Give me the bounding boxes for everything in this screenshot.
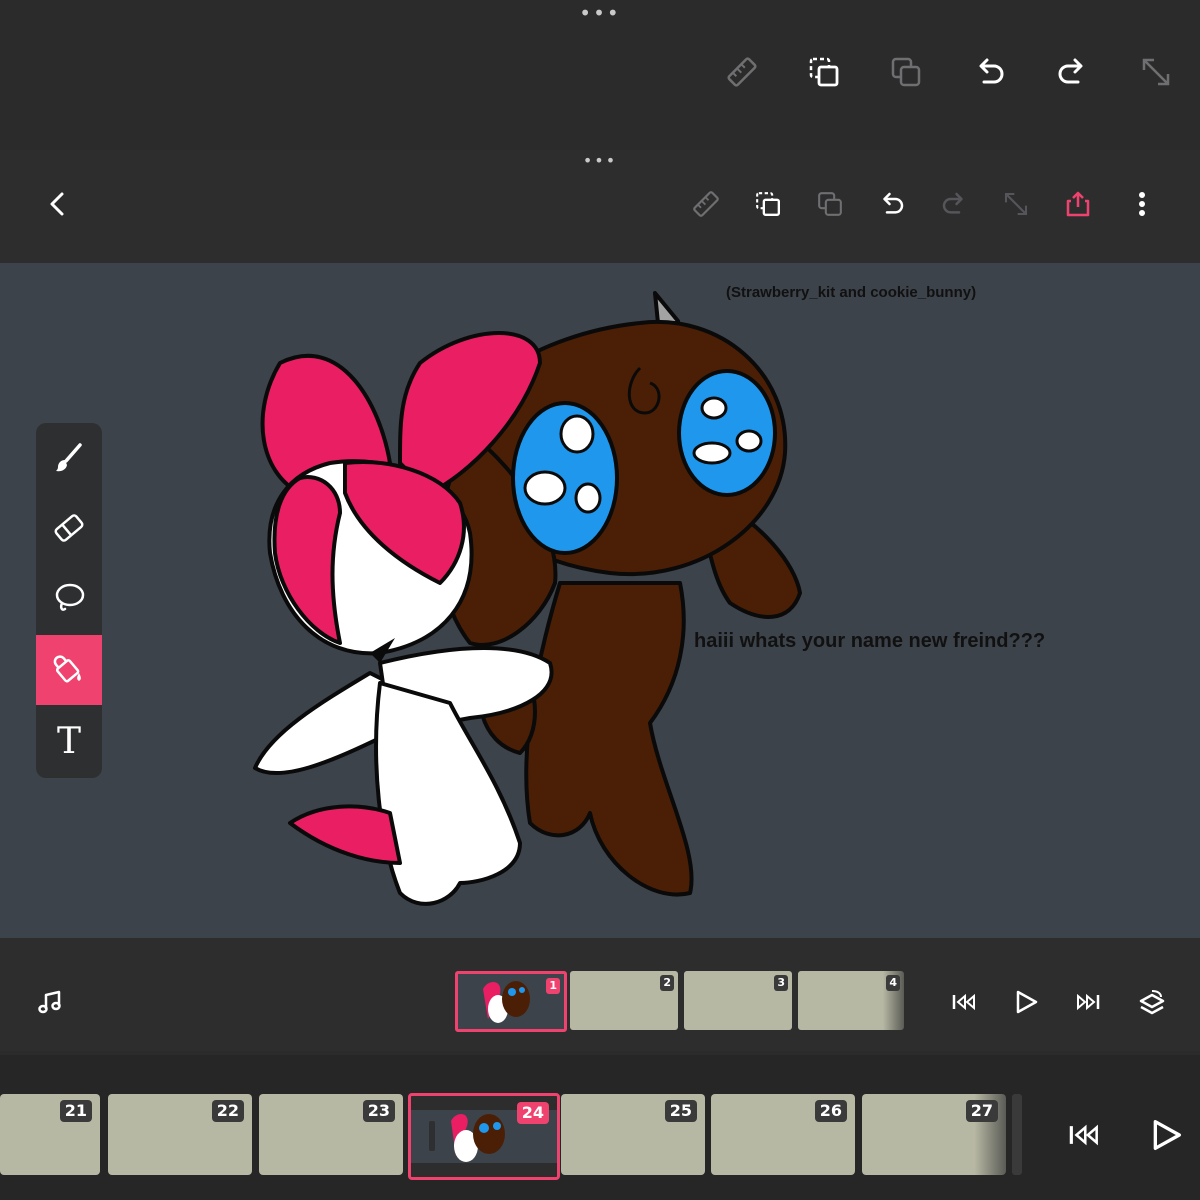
frame-thumb-27[interactable]: 27 bbox=[862, 1094, 1006, 1175]
ruler-icon[interactable] bbox=[722, 52, 762, 92]
inner-toolbar: ••• bbox=[0, 150, 1200, 263]
frame-thumb-1[interactable]: 1 bbox=[455, 971, 567, 1032]
eraser-tool[interactable] bbox=[36, 493, 102, 563]
frame-thumb-25[interactable]: 25 bbox=[561, 1094, 705, 1175]
frame-number: 21 bbox=[59, 1100, 92, 1122]
jump-to-start-icon[interactable] bbox=[1064, 1115, 1104, 1155]
expand-icon[interactable] bbox=[1136, 52, 1176, 92]
frame-number: 23 bbox=[362, 1100, 395, 1122]
share-icon[interactable] bbox=[1058, 184, 1098, 224]
fill-tool[interactable] bbox=[36, 635, 102, 705]
text-tool[interactable]: T bbox=[36, 706, 102, 776]
drag-handle[interactable]: ••• bbox=[570, 153, 630, 169]
frame-timeline: 1 2 3 4 bbox=[0, 938, 1200, 1051]
text-icon: T bbox=[56, 720, 81, 762]
expand-icon[interactable] bbox=[996, 184, 1036, 224]
play-icon[interactable] bbox=[1006, 982, 1046, 1022]
frame-thumb-3[interactable]: 3 bbox=[684, 971, 792, 1030]
frame-thumb-26[interactable]: 26 bbox=[711, 1094, 855, 1175]
frame-number: 24 bbox=[516, 1102, 549, 1124]
onion-skin-icon[interactable] bbox=[1132, 982, 1172, 1022]
drawing-canvas[interactable]: (Strawberry_kit and cookie_bunny) haiii … bbox=[0, 263, 1200, 938]
frame-thumb-23[interactable]: 23 bbox=[259, 1094, 403, 1175]
frame-number: 2 bbox=[660, 975, 674, 991]
more-icon[interactable] bbox=[1122, 184, 1162, 224]
caption-speech: haiii whats your name new freind??? bbox=[694, 630, 1046, 652]
fill-bucket-icon bbox=[53, 655, 81, 683]
duplicate-frame-icon[interactable] bbox=[748, 184, 788, 224]
frame-thumb-21[interactable]: 21 bbox=[0, 1094, 100, 1175]
brush-tool[interactable] bbox=[36, 423, 102, 493]
play-icon[interactable] bbox=[1146, 1115, 1186, 1155]
jump-to-start-icon[interactable] bbox=[944, 982, 984, 1022]
outer-toolbar: ••• bbox=[0, 0, 1200, 150]
frame-number: 22 bbox=[211, 1100, 244, 1122]
ruler-icon[interactable] bbox=[686, 184, 726, 224]
drag-handle[interactable]: ••• bbox=[570, 3, 630, 23]
frame-number: 1 bbox=[546, 978, 560, 994]
frame-number: 3 bbox=[774, 975, 788, 991]
frame-number: 4 bbox=[886, 975, 900, 991]
lasso-tool[interactable] bbox=[36, 563, 102, 633]
copy-icon[interactable] bbox=[886, 52, 926, 92]
undo-icon[interactable] bbox=[970, 52, 1010, 92]
redo-icon[interactable] bbox=[934, 184, 974, 224]
tool-palette: T bbox=[36, 423, 102, 778]
eraser-icon bbox=[54, 514, 84, 542]
lasso-icon bbox=[55, 583, 85, 611]
frame-number: 27 bbox=[965, 1100, 998, 1122]
frame-number: 25 bbox=[664, 1100, 697, 1122]
frame-thumb-2[interactable]: 2 bbox=[570, 971, 678, 1030]
brush-icon bbox=[56, 443, 82, 472]
redo-icon[interactable] bbox=[1052, 52, 1092, 92]
drawing-artwork bbox=[253, 291, 802, 906]
copy-icon[interactable] bbox=[810, 184, 850, 224]
jump-to-end-icon[interactable] bbox=[1068, 982, 1108, 1022]
frame-number: 26 bbox=[814, 1100, 847, 1122]
duplicate-frame-icon[interactable] bbox=[804, 52, 844, 92]
undo-icon[interactable] bbox=[872, 184, 912, 224]
back-icon[interactable] bbox=[38, 184, 78, 224]
frame-timeline-outer: 21 22 23 24 25 26 27 bbox=[0, 1055, 1200, 1200]
frame-thumb-24[interactable]: 24 bbox=[408, 1093, 560, 1180]
frame-thumb-partial bbox=[1012, 1094, 1022, 1175]
music-icon[interactable] bbox=[30, 982, 70, 1022]
frame-thumb-4[interactable]: 4 bbox=[798, 971, 904, 1030]
frame-thumb-22[interactable]: 22 bbox=[108, 1094, 252, 1175]
